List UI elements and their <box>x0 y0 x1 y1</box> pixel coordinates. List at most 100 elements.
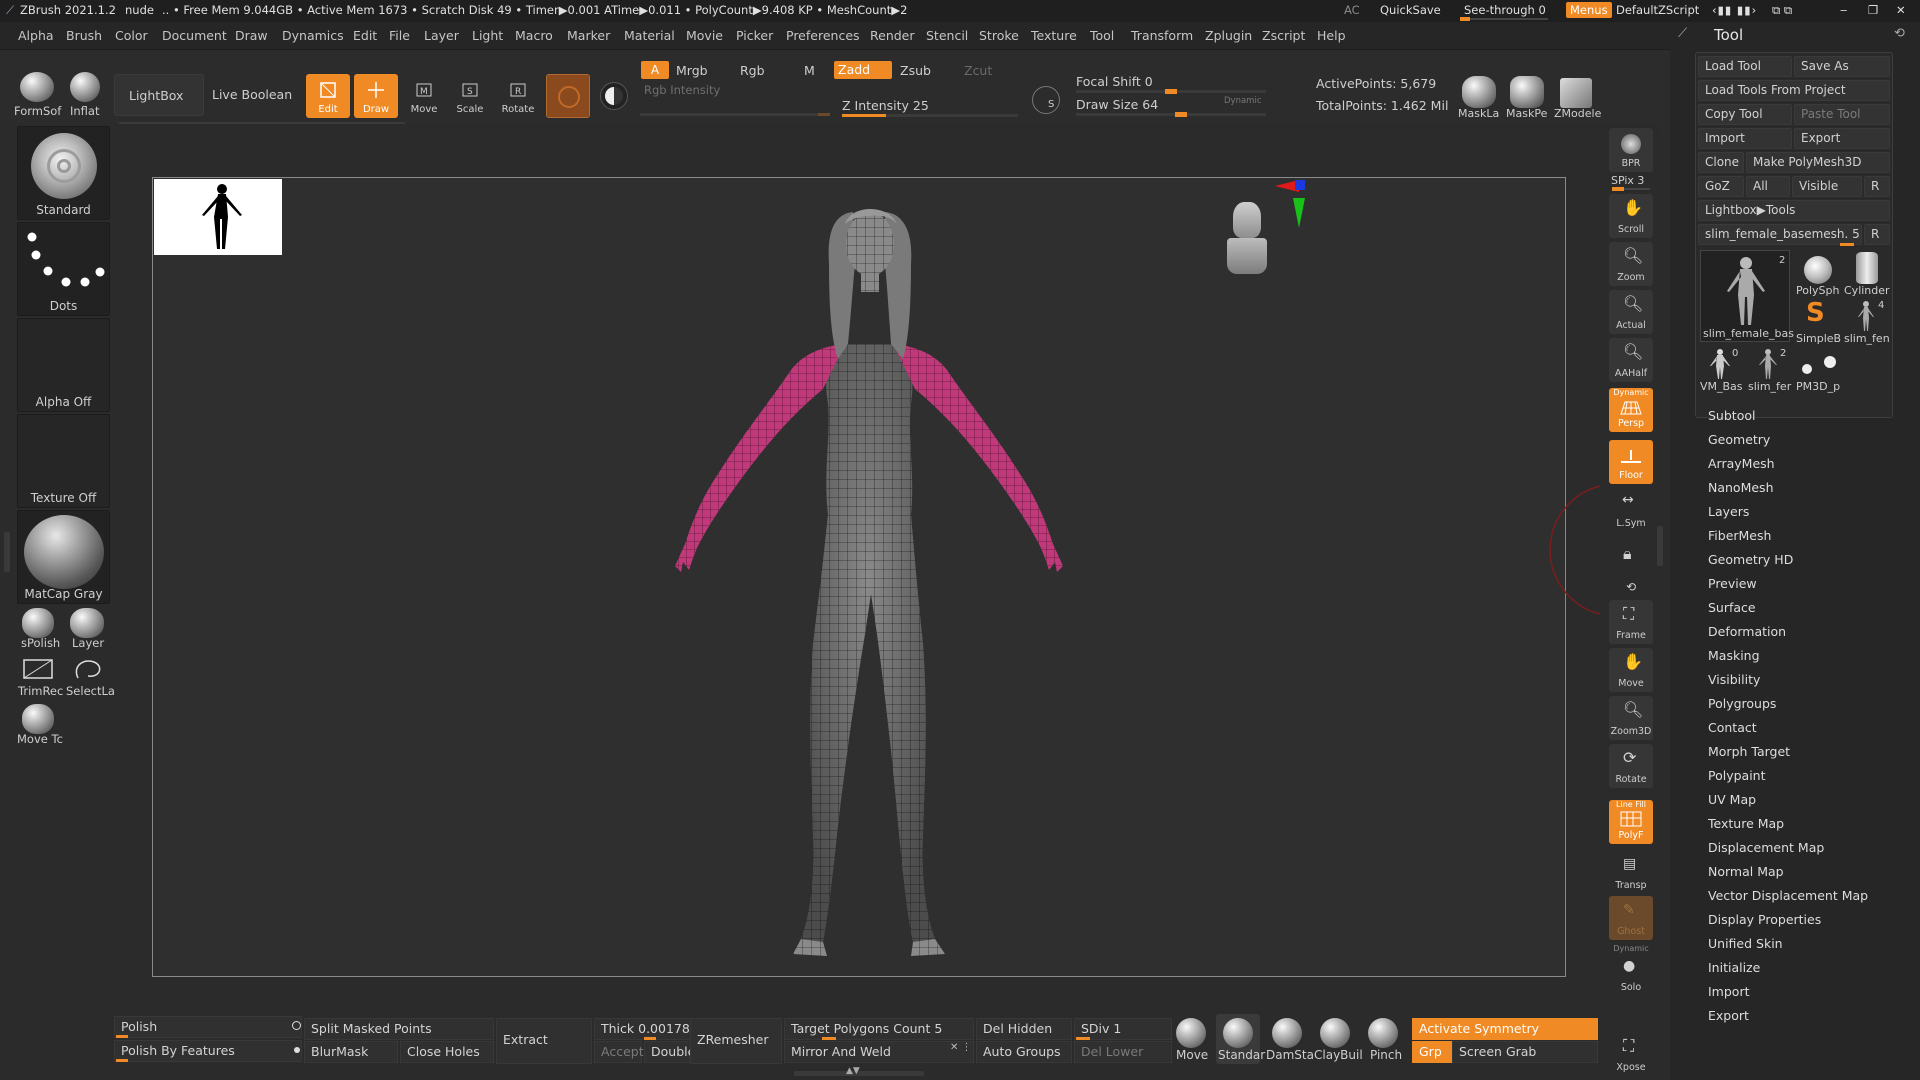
z-intensity-slider[interactable]: Z Intensity 25 <box>842 98 929 113</box>
section-morph-target[interactable]: Morph Target <box>1708 744 1790 759</box>
section-subtool[interactable]: Subtool <box>1708 408 1755 423</box>
section-masking[interactable]: Masking <box>1708 648 1760 663</box>
load-tools-from-project-button[interactable]: Load Tools From Project <box>1698 80 1890 101</box>
tool-thumb-cylinder[interactable]: Cylinder <box>1842 250 1890 297</box>
goz-r-button[interactable]: R <box>1864 176 1890 197</box>
section-surface[interactable]: Surface <box>1708 600 1756 615</box>
accept-button[interactable]: Accept <box>594 1041 644 1063</box>
m-toggle[interactable]: M <box>804 63 815 78</box>
export-button[interactable]: Export <box>1794 128 1890 149</box>
blurmask-button[interactable]: BlurMask <box>304 1041 398 1063</box>
axis-gizmo-icon[interactable] <box>1273 178 1313 238</box>
polish-by-features-slider[interactable]: Polish By Features <box>114 1040 302 1062</box>
section-geometry-hd[interactable]: Geometry HD <box>1708 552 1793 567</box>
pinch-brush-icon[interactable] <box>1368 1018 1398 1048</box>
aahalf-button[interactable]: 🔍︎ AAHalf <box>1609 338 1653 382</box>
menu-zplugin[interactable]: Zplugin <box>1205 28 1252 43</box>
menu-dynamics[interactable]: Dynamics <box>282 28 344 43</box>
load-tool-button[interactable]: Load Tool <box>1698 56 1792 77</box>
split-masked-points-button[interactable]: Split Masked Points <box>304 1018 494 1040</box>
menu-tool[interactable]: Tool <box>1090 28 1114 43</box>
close-icon[interactable]: ✕ <box>1896 3 1906 17</box>
tool-thumb-vm-base[interactable]: 0 VM_Bas <box>1698 346 1744 393</box>
menu-layer[interactable]: Layer <box>424 28 459 43</box>
section-unified-skin[interactable]: Unified Skin <box>1708 936 1783 951</box>
section-nanomesh[interactable]: NanoMesh <box>1708 480 1774 495</box>
mirror-options-icon[interactable]: ✕ ⋮ <box>950 1042 972 1053</box>
rotate-view-button[interactable]: ⟳ Rotate <box>1609 744 1653 788</box>
maskla-brush-icon[interactable] <box>1462 76 1496 108</box>
section-initialize[interactable]: Initialize <box>1708 960 1760 975</box>
menu-edit[interactable]: Edit <box>353 28 377 43</box>
draw-size-slider[interactable]: Draw Size 64 <box>1076 97 1158 112</box>
thick-slider[interactable]: Thick 0.00178 <box>594 1018 692 1040</box>
zadd-toggle[interactable]: Zadd <box>834 61 892 79</box>
spix-slider[interactable]: SPix 3 <box>1611 174 1644 187</box>
save-as-button[interactable]: Save As <box>1794 56 1890 77</box>
default-zscript-button[interactable]: DefaultZScript <box>1616 3 1699 17</box>
polyf-button[interactable]: Line Fill PolyF <box>1609 800 1653 844</box>
solo-button[interactable]: ● Solo <box>1609 952 1653 996</box>
focal-shift-knob[interactable] <box>1165 89 1177 94</box>
tool-thumb-pm3d[interactable]: PM3D_p <box>1794 346 1840 393</box>
section-normal-map[interactable]: Normal Map <box>1708 864 1784 879</box>
zoom3d-button[interactable]: 🔍︎ Zoom3D <box>1609 696 1653 740</box>
selectlasso-icon[interactable] <box>70 656 108 684</box>
menu-zscript[interactable]: Zscript <box>1262 28 1305 43</box>
rgb-toggle[interactable]: Rgb <box>740 63 765 78</box>
inflat-brush-icon[interactable] <box>70 72 100 102</box>
texture-slot[interactable]: Texture Off <box>17 414 110 508</box>
lightbox-tools-button[interactable]: Lightbox▶Tools <box>1698 200 1890 221</box>
color-picker-icon[interactable] <box>600 82 628 110</box>
spolish-brush-icon[interactable] <box>22 608 54 638</box>
see-through-slider[interactable]: See-through 0 <box>1464 3 1546 17</box>
paste-tool-button[interactable]: Paste Tool <box>1794 104 1890 125</box>
import-button[interactable]: Import <box>1698 128 1792 149</box>
left-tray-handle[interactable] <box>4 532 10 572</box>
polish-toggle-icon[interactable] <box>292 1021 301 1030</box>
trimrect-icon[interactable] <box>20 656 58 684</box>
goz-visible-button[interactable]: Visible <box>1792 176 1862 197</box>
section-vector-displacement-map[interactable]: Vector Displacement Map <box>1708 888 1868 903</box>
menu-help[interactable]: Help <box>1317 28 1346 43</box>
menu-light[interactable]: Light <box>472 28 503 43</box>
material-swatch[interactable] <box>546 74 590 118</box>
ac-toggle[interactable]: AC <box>1344 3 1360 17</box>
edit-button[interactable]: Edit <box>306 74 350 118</box>
lightbox-button[interactable]: LightBox <box>114 74 204 116</box>
polish-slider[interactable]: Polish <box>114 1016 302 1038</box>
auto-groups-button[interactable]: Auto Groups <box>976 1041 1072 1063</box>
palette-pin-icon[interactable]: ⟋ <box>1678 26 1687 41</box>
damstandard-brush-icon[interactable] <box>1272 1018 1302 1048</box>
local-transform-icon[interactable]: ⟲ <box>1626 580 1636 594</box>
copy-tool-button[interactable]: Copy Tool <box>1698 104 1792 125</box>
section-displacement-map[interactable]: Displacement Map <box>1708 840 1824 855</box>
zsub-toggle[interactable]: Zsub <box>900 63 931 78</box>
section-export[interactable]: Export <box>1708 1008 1749 1023</box>
stroke-slot[interactable]: Dots <box>17 222 110 316</box>
restore-icon[interactable]: ❐ <box>1868 3 1878 17</box>
section-arraymesh[interactable]: ArrayMesh <box>1708 456 1775 471</box>
menu-color[interactable]: Color <box>115 28 148 43</box>
section-fibermesh[interactable]: FiberMesh <box>1708 528 1771 543</box>
menu-file[interactable]: File <box>389 28 410 43</box>
menu-stencil[interactable]: Stencil <box>926 28 968 43</box>
window-layout-icon[interactable]: ⧉ ⧉ <box>1772 3 1792 18</box>
close-holes-button[interactable]: Close Holes <box>400 1041 494 1063</box>
section-deformation[interactable]: Deformation <box>1708 624 1786 639</box>
section-layers[interactable]: Layers <box>1708 504 1749 519</box>
move-brush-icon[interactable] <box>1176 1018 1206 1048</box>
tool-thumb-slim-fem2[interactable]: 4 slim_fen <box>1842 298 1890 345</box>
tool-thumb-simplebrush[interactable]: S SimpleB <box>1794 298 1841 345</box>
material-slot[interactable]: MatCap Gray <box>17 510 110 604</box>
draw-button[interactable]: Draw <box>354 74 398 118</box>
focal-shift-slider[interactable]: Focal Shift 0 <box>1076 74 1153 89</box>
standard-brush-active-bg[interactable]: Standar <box>1216 1014 1265 1064</box>
goz-button[interactable]: GoZ <box>1698 176 1744 197</box>
menu-material[interactable]: Material <box>624 28 675 43</box>
target-polygons-slider[interactable]: Target Polygons Count 5 <box>784 1018 974 1040</box>
claybuildup-brush-icon[interactable] <box>1320 1018 1350 1048</box>
right-tray-handle[interactable] <box>1657 526 1663 566</box>
menu-stroke[interactable]: Stroke <box>979 28 1019 43</box>
scroll-button[interactable]: ✋ Scroll <box>1609 194 1653 238</box>
